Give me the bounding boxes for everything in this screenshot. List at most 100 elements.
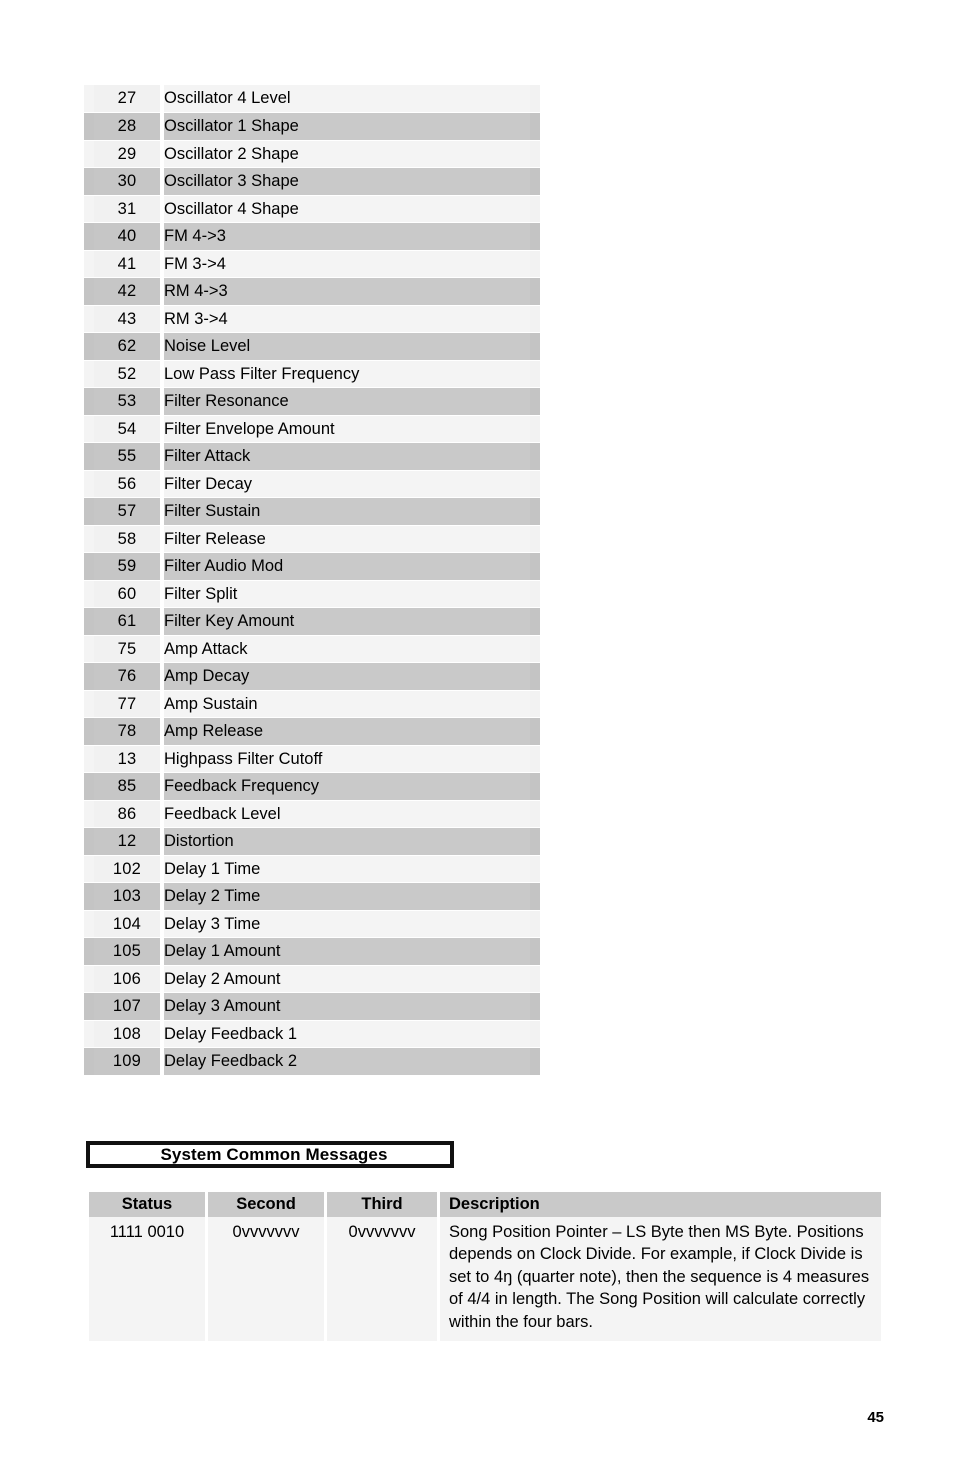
system-common-messages-table: Status Second Third Description 1111 001… — [86, 1192, 884, 1342]
row-gutter-left — [84, 1020, 94, 1048]
cc-number-cell: 57 — [94, 497, 160, 526]
row-gutter-left — [84, 85, 94, 113]
table-row: 56 Filter Decay — [84, 470, 540, 498]
third-byte-cell: 0vvvvvvv — [327, 1217, 437, 1342]
table-row: 78 Amp Release — [84, 717, 540, 746]
cc-parameter-name-cell: Amp Decay — [164, 662, 530, 691]
cc-parameter-name-cell: FM 3->4 — [164, 250, 530, 278]
table-header-row: Status Second Third Description — [89, 1192, 881, 1217]
column-header-third: Third — [327, 1192, 437, 1217]
row-gutter-left — [84, 772, 94, 801]
row-gutter-left — [84, 965, 94, 993]
table-row: 12 Distortion — [84, 827, 540, 856]
cc-number-cell: 61 — [94, 607, 160, 636]
description-cell: Song Position Pointer – LS Byte then MS … — [440, 1217, 881, 1342]
cc-number-cell: 103 — [94, 882, 160, 911]
table-row: 76 Amp Decay — [84, 662, 540, 691]
cc-number-cell: 52 — [94, 360, 160, 388]
row-gutter-right — [530, 195, 540, 223]
cc-parameter-name-cell: Amp Sustain — [164, 690, 530, 718]
cc-number-cell: 53 — [94, 387, 160, 416]
cc-number-cell: 107 — [94, 992, 160, 1021]
cc-parameter-name-cell: Amp Attack — [164, 635, 530, 663]
cc-parameter-name-cell: Oscillator 1 Shape — [164, 112, 530, 141]
cc-parameter-name-cell: Delay 1 Amount — [164, 937, 530, 966]
row-gutter-left — [84, 415, 94, 443]
row-gutter-left — [84, 250, 94, 278]
row-gutter-right — [530, 332, 540, 361]
cc-number-cell: 12 — [94, 827, 160, 856]
row-gutter-left — [84, 882, 94, 911]
cc-parameter-name-cell: Filter Split — [164, 580, 530, 608]
row-gutter-right — [530, 992, 540, 1021]
cc-parameter-name-cell: Feedback Frequency — [164, 772, 530, 801]
cc-parameter-name-cell: Delay 3 Amount — [164, 992, 530, 1021]
cc-parameter-name-cell: Oscillator 4 Shape — [164, 195, 530, 223]
table-row: 13 Highpass Filter Cutoff — [84, 745, 540, 773]
row-gutter-left — [84, 662, 94, 691]
row-gutter-right — [530, 690, 540, 718]
row-gutter-left — [84, 717, 94, 746]
cc-number-cell: 108 — [94, 1020, 160, 1048]
table-row: 31 Oscillator 4 Shape — [84, 195, 540, 223]
row-gutter-right — [530, 937, 540, 966]
row-gutter-right — [530, 580, 540, 608]
cc-parameter-name-cell: Feedback Level — [164, 800, 530, 828]
cc-parameter-table-body: 27 Oscillator 4 Level 28 Oscillator 1 Shape… — [84, 85, 540, 1076]
section-heading-box: System Common Messages — [86, 1141, 454, 1168]
row-gutter-right — [530, 497, 540, 526]
cc-parameter-name-cell: RM 3->4 — [164, 305, 530, 333]
table-row: 85 Feedback Frequency — [84, 772, 540, 801]
table-row: 60 Filter Split — [84, 580, 540, 608]
cc-parameter-name-cell: Low Pass Filter Frequency — [164, 360, 530, 388]
cc-number-cell: 43 — [94, 305, 160, 333]
cc-number-cell: 105 — [94, 937, 160, 966]
table-row: 42 RM 4->3 — [84, 277, 540, 306]
cc-number-cell: 102 — [94, 855, 160, 883]
cc-number-cell: 27 — [94, 85, 160, 113]
row-gutter-right — [530, 525, 540, 553]
row-gutter-right — [530, 1047, 540, 1076]
row-gutter-left — [84, 112, 94, 141]
row-gutter-left — [84, 525, 94, 553]
row-gutter-left — [84, 167, 94, 196]
table-row: 28 Oscillator 1 Shape — [84, 112, 540, 141]
table-row: 103 Delay 2 Time — [84, 882, 540, 911]
table-row: 43 RM 3->4 — [84, 305, 540, 333]
row-gutter-left — [84, 800, 94, 828]
cc-number-cell: 106 — [94, 965, 160, 993]
cc-number-cell: 54 — [94, 415, 160, 443]
row-gutter-left — [84, 635, 94, 663]
row-gutter-right — [530, 112, 540, 141]
row-gutter-right — [530, 662, 540, 691]
column-header-status: Status — [89, 1192, 205, 1217]
cc-number-cell: 104 — [94, 910, 160, 938]
cc-parameter-name-cell: Oscillator 2 Shape — [164, 140, 530, 168]
table-row: 108 Delay Feedback 1 — [84, 1020, 540, 1048]
page-number: 45 — [867, 1409, 884, 1426]
row-gutter-right — [530, 745, 540, 773]
cc-number-cell: 60 — [94, 580, 160, 608]
row-gutter-right — [530, 827, 540, 856]
table-row: 27 Oscillator 4 Level — [84, 85, 540, 113]
row-gutter-right — [530, 470, 540, 498]
table-row: 53 Filter Resonance — [84, 387, 540, 416]
cc-parameter-name-cell: Filter Attack — [164, 442, 530, 471]
table-row: 107 Delay 3 Amount — [84, 992, 540, 1021]
row-gutter-left — [84, 745, 94, 773]
table-row: 109 Delay Feedback 2 — [84, 1047, 540, 1076]
table-row: 59 Filter Audio Mod — [84, 552, 540, 581]
row-gutter-right — [530, 717, 540, 746]
cc-parameter-name-cell: Filter Envelope Amount — [164, 415, 530, 443]
row-gutter-left — [84, 855, 94, 883]
table-row: 30 Oscillator 3 Shape — [84, 167, 540, 196]
cc-number-cell: 76 — [94, 662, 160, 691]
cc-number-cell: 41 — [94, 250, 160, 278]
table-row: 41 FM 3->4 — [84, 250, 540, 278]
row-gutter-right — [530, 635, 540, 663]
cc-number-cell: 42 — [94, 277, 160, 306]
row-gutter-left — [84, 222, 94, 251]
row-gutter-left — [84, 140, 94, 168]
cc-parameter-name-cell: Delay Feedback 2 — [164, 1047, 530, 1076]
cc-parameter-name-cell: Filter Decay — [164, 470, 530, 498]
